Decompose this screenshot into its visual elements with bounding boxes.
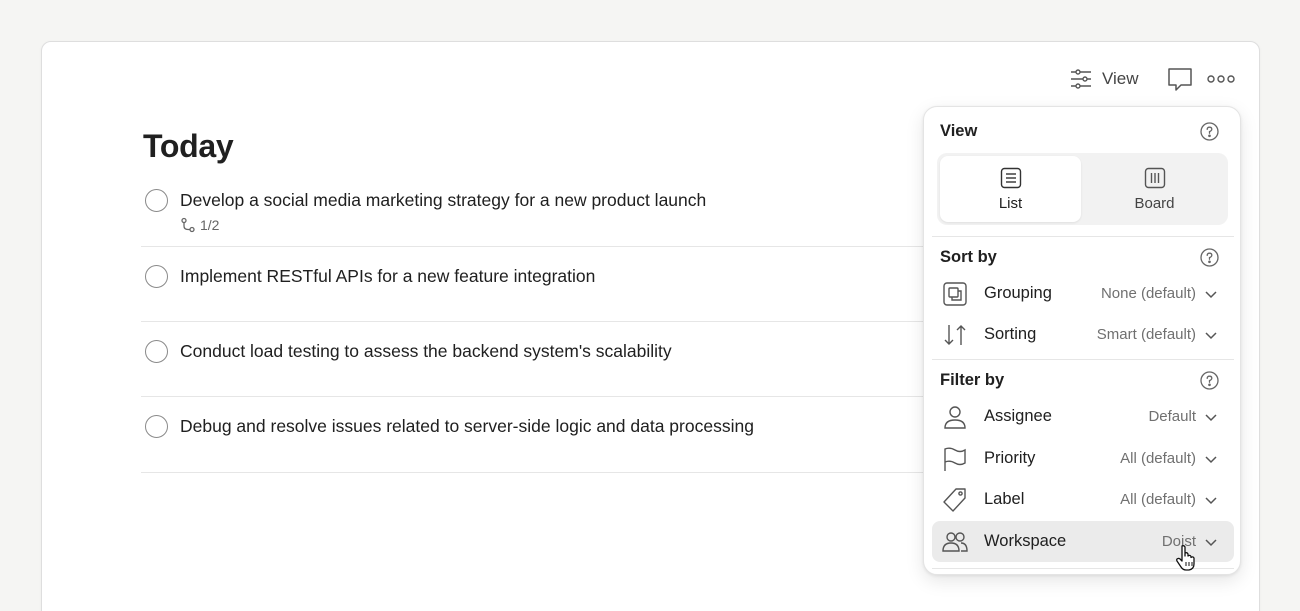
- view-options-panel: View List Board Sort by Grouping None (d…: [923, 106, 1241, 575]
- task-item[interactable]: Implement RESTful APIs for a new feature…: [141, 247, 981, 322]
- task-title: Debug and resolve issues related to serv…: [180, 416, 754, 436]
- row-value: Smart (default): [1096, 326, 1196, 343]
- sort-section-title: Sort by: [940, 248, 997, 266]
- chevron-down-icon: [1205, 456, 1217, 464]
- filter-row-label[interactable]: Label All (default): [932, 479, 1234, 520]
- view-button[interactable]: View: [1070, 64, 1139, 94]
- filter-section-title: Filter by: [940, 371, 1005, 389]
- sort-row-grouping[interactable]: Grouping None (default): [932, 273, 1234, 314]
- row-label: Assignee: [984, 407, 1052, 425]
- filter-row-assignee[interactable]: Assignee Default: [932, 396, 1234, 437]
- row-value: Default: [1148, 408, 1196, 425]
- divider: [932, 359, 1234, 360]
- row-label: Priority: [984, 449, 1036, 467]
- more-horizontal-icon: [1207, 75, 1235, 83]
- row-value: None (default): [1100, 285, 1196, 302]
- task-checkbox[interactable]: [145, 265, 168, 288]
- task-checkbox[interactable]: [145, 189, 168, 212]
- grouping-icon: [943, 282, 967, 306]
- hand-cursor-icon: [1176, 545, 1195, 571]
- row-label: Workspace: [984, 532, 1067, 550]
- task-title: Develop a social media marketing strateg…: [180, 190, 707, 210]
- task-item[interactable]: Conduct load testing to assess the backe…: [141, 322, 981, 397]
- divider: [932, 236, 1234, 237]
- task-title: Conduct load testing to assess the backe…: [180, 341, 672, 361]
- task-title: Implement RESTful APIs for a new feature…: [180, 266, 596, 286]
- row-label: Sorting: [984, 325, 1037, 343]
- chevron-down-icon: [1205, 539, 1217, 547]
- row-label: Label: [984, 490, 1025, 508]
- row-value: All (default): [1120, 450, 1196, 467]
- view-button-label: View: [1102, 69, 1139, 88]
- board-icon: [1144, 167, 1165, 188]
- sliders-icon: [1071, 69, 1091, 89]
- chevron-down-icon: [1205, 291, 1217, 299]
- task-list: Develop a social media marketing strateg…: [141, 175, 981, 473]
- help-icon[interactable]: [1200, 248, 1219, 267]
- layout-option-board[interactable]: Board: [1084, 156, 1225, 222]
- chevron-down-icon: [1205, 497, 1217, 505]
- chevron-down-icon: [1205, 332, 1217, 340]
- help-icon[interactable]: [1200, 122, 1219, 141]
- task-checkbox[interactable]: [145, 340, 168, 363]
- layout-option-list[interactable]: List: [940, 156, 1081, 222]
- subtask-count[interactable]: 1/2: [180, 217, 219, 233]
- list-icon: [1000, 167, 1021, 188]
- row-label: Grouping: [984, 284, 1052, 302]
- task-checkbox[interactable]: [145, 415, 168, 438]
- row-value: All (default): [1120, 491, 1196, 508]
- view-section-title: View: [940, 122, 978, 140]
- subtask-count-label: 1/2: [200, 217, 220, 233]
- person-icon: [944, 406, 966, 429]
- task-item[interactable]: Debug and resolve issues related to serv…: [141, 397, 981, 473]
- flag-icon: [944, 447, 966, 471]
- help-icon[interactable]: [1200, 371, 1219, 390]
- layout-option-label: Board: [1134, 194, 1175, 212]
- subtask-icon: [181, 217, 195, 233]
- comment-button[interactable]: [1166, 65, 1194, 93]
- page-title: Today: [143, 128, 234, 164]
- layout-switcher: List Board: [937, 153, 1228, 225]
- comment-icon: [1168, 68, 1192, 91]
- chevron-down-icon: [1205, 414, 1217, 422]
- layout-option-label: List: [998, 194, 1023, 212]
- people-icon: [942, 532, 968, 552]
- task-item[interactable]: Develop a social media marketing strateg…: [141, 175, 981, 247]
- sort-arrows-icon: [944, 325, 966, 345]
- sort-row-sorting[interactable]: Sorting Smart (default): [932, 314, 1234, 355]
- more-options-button[interactable]: [1206, 65, 1236, 93]
- filter-row-priority[interactable]: Priority All (default): [932, 438, 1234, 479]
- tag-icon: [943, 488, 966, 512]
